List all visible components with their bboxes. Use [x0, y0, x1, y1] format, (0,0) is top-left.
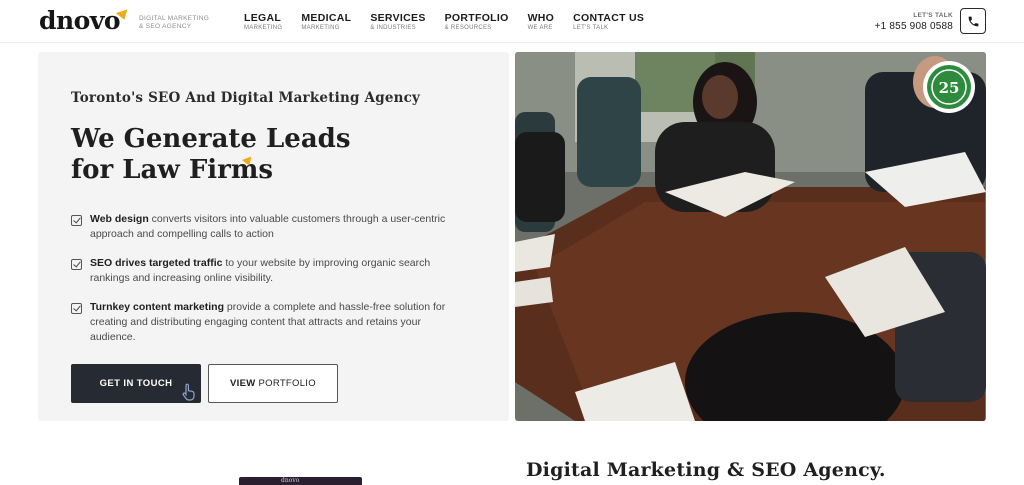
- hero-subheading: Toronto's SEO And Digital Marketing Agen…: [71, 90, 421, 106]
- view-portfolio-button[interactable]: VIEW PORTFOLIO: [208, 364, 338, 403]
- feature-bold: Web design: [90, 213, 149, 225]
- nav-item-portfolio[interactable]: PORTFOLIO & RESOURCES: [445, 12, 509, 33]
- feature-item: Web design converts visitors into valuab…: [71, 212, 451, 242]
- video-thumbnail[interactable]: dnovo: [239, 477, 362, 485]
- feature-text: Web design converts visitors into valuab…: [90, 212, 451, 242]
- feature-item: SEO drives targeted traffic to your webs…: [71, 256, 451, 286]
- feature-bold: SEO drives targeted traffic: [90, 257, 223, 269]
- tagline-line-2: & SEO AGENCY: [139, 23, 192, 30]
- hero-headline: We Generate Leads for Law Firms: [71, 124, 351, 186]
- feature-text: Turnkey content marketing provide a comp…: [90, 300, 451, 345]
- nav-sublabel: MARKETING: [244, 25, 283, 31]
- hero-video-image[interactable]: 25: [515, 52, 986, 421]
- badge-number: 25: [939, 79, 960, 97]
- main-nav: LEGAL MARKETING MEDICAL MARKETING SERVIC…: [244, 12, 663, 33]
- nav-item-legal[interactable]: LEGAL MARKETING: [244, 12, 282, 33]
- view-portfolio-rest: PORTFOLIO: [258, 378, 316, 389]
- thumbnail-logo-text: dnovo: [281, 477, 300, 484]
- meeting-scene-illustration: 25: [515, 52, 986, 421]
- nav-sublabel: MARKETING: [301, 25, 340, 31]
- feature-text: SEO drives targeted traffic to your webs…: [90, 256, 451, 286]
- nav-label: MEDICAL: [301, 12, 352, 24]
- nav-label: LEGAL: [244, 12, 282, 24]
- get-in-touch-label: GET IN TOUCH: [99, 378, 173, 389]
- nav-label: WHO: [527, 12, 555, 24]
- nav-label: PORTFOLIO: [444, 12, 509, 24]
- nav-sublabel: & RESOURCES: [444, 25, 492, 31]
- nav-label: CONTACT US: [573, 12, 645, 24]
- phone-icon: [968, 16, 978, 26]
- logo-accent-mark: [115, 9, 131, 22]
- feature-list: Web design converts visitors into valuab…: [71, 212, 451, 359]
- get-in-touch-button[interactable]: GET IN TOUCH: [71, 364, 201, 403]
- checkbox-icon: [71, 259, 82, 270]
- checkbox-icon: [71, 215, 82, 226]
- phone-button[interactable]: [960, 8, 986, 34]
- headline-line-1: We Generate Leads: [71, 124, 351, 154]
- nav-sublabel: & INDUSTRIES: [370, 25, 416, 31]
- header-contact[interactable]: LET'S TALK +1 855 908 0588: [875, 11, 953, 33]
- nav-label: SERVICES: [370, 12, 426, 24]
- view-portfolio-bold: VIEW: [230, 378, 256, 389]
- site-header: dnovo DIGITAL MARKETING & SEO AGENCY LEG…: [0, 0, 1024, 43]
- contact-label: LET'S TALK: [913, 12, 953, 19]
- nav-item-services[interactable]: SERVICES & INDUSTRIES: [370, 12, 425, 33]
- nav-item-contact[interactable]: CONTACT US LET'S TALK: [573, 12, 644, 33]
- checkbox-icon: [71, 303, 82, 314]
- nav-sublabel: LET'S TALK: [573, 25, 609, 31]
- nav-item-who[interactable]: WHO WE ARE: [528, 12, 555, 33]
- logo-tagline: DIGITAL MARKETING & SEO AGENCY: [139, 15, 209, 31]
- contact-phone-number[interactable]: +1 855 908 0588: [875, 20, 953, 33]
- hand-pointer-icon: [182, 383, 195, 401]
- hero-card: Toronto's SEO And Digital Marketing Agen…: [38, 52, 509, 421]
- nav-item-medical[interactable]: MEDICAL MARKETING: [301, 12, 351, 33]
- tagline-line-1: DIGITAL MARKETING: [139, 15, 210, 22]
- section-title: Digital Marketing & SEO Agency.: [526, 459, 886, 481]
- logo[interactable]: dnovo: [39, 7, 121, 35]
- nav-sublabel: WE ARE: [527, 25, 553, 31]
- feature-bold: Turnkey content marketing: [90, 301, 224, 313]
- feature-item: Turnkey content marketing provide a comp…: [71, 300, 451, 345]
